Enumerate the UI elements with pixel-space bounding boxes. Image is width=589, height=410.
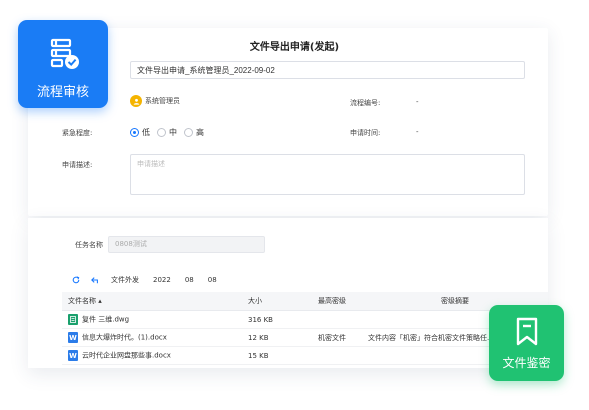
urgency-low[interactable]: 低 (130, 127, 150, 138)
back-icon[interactable] (91, 276, 99, 284)
word-file-icon: W (68, 332, 78, 343)
file-table: 文件名称 ▴ 大小 最高密级 密级摘要 复件 三维.dwg 316 KB W 信息… (62, 292, 548, 365)
urgency-radio-group: 低 中 高 (130, 127, 211, 138)
table-header-row: 文件名称 ▴ 大小 最高密级 密级摘要 (62, 292, 548, 311)
file-size: 15 KB (242, 346, 302, 365)
urgency-high[interactable]: 高 (184, 127, 204, 138)
file-classification-badge: 文件鉴密 (489, 305, 564, 381)
user-icon (133, 98, 139, 105)
column-header-size[interactable]: 大小 (242, 292, 302, 311)
table-row[interactable]: W 信息大爆炸时代。(1).docx 12 KB 机密文件 文件内容「机密」符合机… (62, 328, 548, 347)
workflow-review-icon (50, 38, 79, 69)
urgency-medium[interactable]: 中 (157, 127, 177, 138)
column-header-level[interactable]: 最高密级 (302, 292, 362, 311)
task-name-input[interactable]: 0808测试 (108, 236, 265, 253)
workflow-review-badge: 流程审核 (18, 20, 108, 108)
file-level (302, 310, 362, 329)
subject-input[interactable] (130, 61, 525, 79)
breadcrumb-day[interactable]: 08 (208, 276, 217, 284)
refresh-icon[interactable] (72, 276, 80, 284)
file-size: 316 KB (242, 310, 302, 329)
apply-time-value: - (416, 128, 419, 136)
breadcrumb-year[interactable]: 2022 (153, 276, 171, 284)
file-level: 机密文件 (302, 328, 362, 347)
file-name[interactable]: 复件 三维.dwg (82, 316, 129, 324)
flow-number-value: - (416, 98, 419, 106)
apply-time-label: 申请时间: (350, 129, 381, 137)
applicant-name: 系统管理员 (145, 97, 180, 105)
description-textarea[interactable]: 申请描述 (130, 154, 525, 195)
avatar (130, 95, 142, 107)
radio-checked-icon[interactable] (130, 128, 139, 137)
radio-icon[interactable] (157, 128, 166, 137)
task-name-label: 任务名称 (75, 241, 103, 249)
table-row[interactable]: 复件 三维.dwg 316 KB (62, 310, 548, 329)
applicant: 系统管理员 (130, 95, 180, 107)
file-name[interactable]: 云时代企业网盘那些事.docx (82, 352, 171, 360)
toolbar: 文件外发 2022 08 08 (72, 275, 231, 285)
file-classification-label: 文件鉴密 (502, 356, 551, 370)
workflow-review-label: 流程审核 (36, 85, 89, 100)
bookmark-icon (516, 317, 538, 346)
file-name[interactable]: 信息大爆炸时代。(1).docx (82, 334, 167, 342)
column-header-name[interactable]: 文件名称 ▴ (62, 292, 242, 311)
file-level (302, 346, 362, 365)
dwg-file-icon (68, 314, 78, 325)
urgency-label: 紧急程度: (62, 129, 93, 137)
file-size: 12 KB (242, 328, 302, 347)
breadcrumb-month[interactable]: 08 (185, 276, 194, 284)
flow-number-label: 流程编号: (350, 99, 381, 107)
description-label: 申请描述: (62, 161, 93, 169)
radio-icon[interactable] (184, 128, 193, 137)
table-row[interactable]: W 云时代企业网盘那些事.docx 15 KB (62, 346, 548, 365)
breadcrumb-root[interactable]: 文件外发 (111, 275, 139, 285)
word-file-icon: W (68, 350, 78, 361)
